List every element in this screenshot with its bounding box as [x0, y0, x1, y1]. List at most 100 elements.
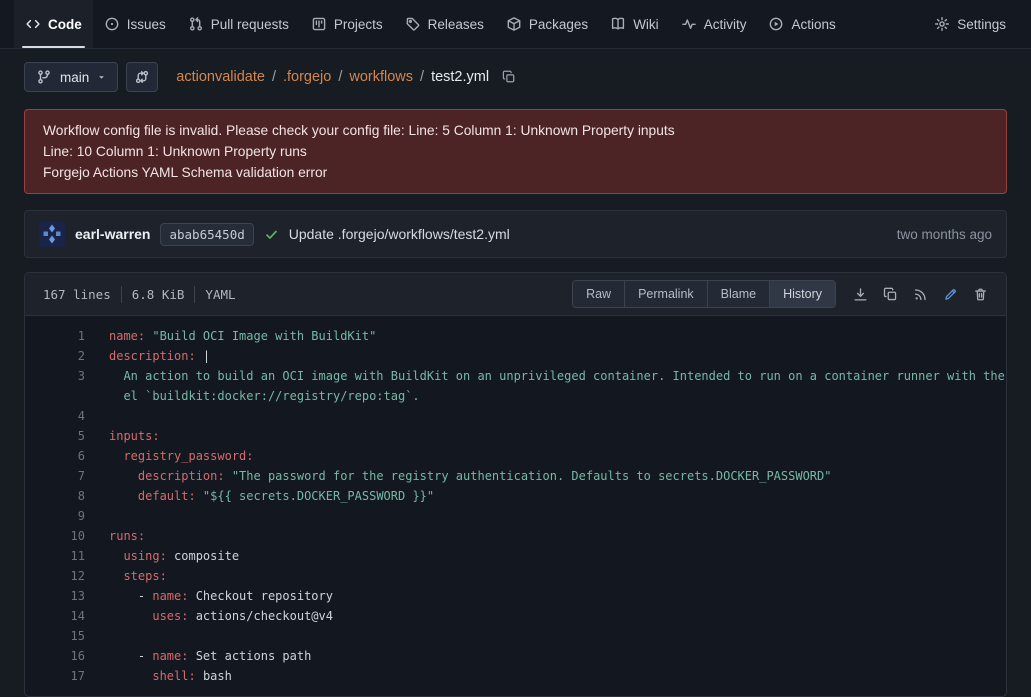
branch-selector[interactable]: main	[24, 62, 118, 92]
code-text: runs:	[85, 526, 145, 546]
file-meta-item: 167 lines	[43, 287, 111, 302]
rss-button[interactable]	[906, 280, 934, 308]
download-button[interactable]	[846, 280, 874, 308]
tag-icon	[405, 16, 421, 32]
file-header: 167 lines6.8 KiBYAML RawPermalinkBlameHi…	[25, 273, 1006, 316]
view-button-history[interactable]: History	[769, 281, 835, 307]
breadcrumb-separator: /	[338, 69, 342, 85]
code-line: 9	[25, 506, 1006, 526]
line-number[interactable]: 11	[25, 546, 85, 566]
line-number[interactable]: 13	[25, 586, 85, 606]
line-number[interactable]: 5	[25, 426, 85, 446]
commit-time: two months ago	[897, 227, 992, 242]
code-text: description: "The password for the regis…	[85, 466, 831, 486]
code-line: 4	[25, 406, 1006, 426]
avatar[interactable]	[39, 221, 65, 247]
line-number[interactable]: 8	[25, 486, 85, 506]
nav-tab-label: Releases	[428, 17, 484, 32]
error-line: Forgejo Actions YAML Schema validation e…	[43, 162, 988, 183]
line-number[interactable]: 1	[25, 326, 85, 346]
code-line: 7 description: "The password for the reg…	[25, 466, 1006, 486]
file-view: 167 lines6.8 KiBYAML RawPermalinkBlameHi…	[24, 272, 1007, 697]
divider	[121, 286, 122, 303]
code-text: el `buildkit:docker://registry/repo:tag`…	[85, 386, 420, 406]
code-text: An action to build an OCI image with Bui…	[85, 366, 1007, 386]
view-button-raw[interactable]: Raw	[573, 281, 624, 307]
nav-tab-label: Settings	[957, 17, 1006, 32]
line-number[interactable]: 10	[25, 526, 85, 546]
nav-tab-label: Wiki	[633, 17, 659, 32]
trash-button[interactable]	[966, 280, 994, 308]
nav-tab-projects[interactable]: Projects	[300, 0, 394, 48]
divider	[194, 286, 195, 303]
code-line: 12 steps:	[25, 566, 1006, 586]
pencil-button[interactable]	[936, 280, 964, 308]
file-meta: 167 lines6.8 KiBYAML	[35, 286, 236, 303]
nav-tab-actions[interactable]: Actions	[757, 0, 846, 48]
commit-hash[interactable]: abab65450d	[160, 223, 253, 246]
pull-request-icon	[188, 16, 204, 32]
line-number[interactable]: 3	[25, 366, 85, 386]
nav-tab-label: Projects	[334, 17, 383, 32]
package-icon	[506, 16, 522, 32]
line-number[interactable]: 9	[25, 506, 85, 526]
pulse-icon	[681, 16, 697, 32]
check-icon[interactable]	[264, 227, 279, 242]
nav-tab-activity[interactable]: Activity	[670, 0, 758, 48]
nav-tab-settings[interactable]: Settings	[923, 0, 1017, 48]
nav-tab-pull-requests[interactable]: Pull requests	[177, 0, 300, 48]
code-icon	[25, 16, 41, 32]
code-text: shell: bash	[85, 666, 232, 686]
code-text	[85, 406, 109, 426]
breadcrumb-segment[interactable]: workflows	[349, 69, 413, 85]
nav-tab-packages[interactable]: Packages	[495, 0, 599, 48]
breadcrumb-segment[interactable]: actionvalidate	[176, 69, 265, 85]
code-line: 16 - name: Set actions path	[25, 646, 1006, 666]
breadcrumb-segment[interactable]: .forgejo	[283, 69, 331, 85]
code-line: 14 uses: actions/checkout@v4	[25, 606, 1006, 626]
top-nav: Code Issues Pull requests Projects Releases P…	[0, 0, 1031, 49]
code-line: 1name: "Build OCI Image with BuildKit"	[25, 326, 1006, 346]
nav-tab-code[interactable]: Code	[14, 0, 93, 48]
line-number[interactable]	[25, 386, 85, 406]
error-line: Workflow config file is invalid. Please …	[43, 120, 988, 141]
code-text: registry_password:	[85, 446, 254, 466]
line-number[interactable]: 4	[25, 406, 85, 426]
code-text: using: composite	[85, 546, 239, 566]
line-number[interactable]: 16	[25, 646, 85, 666]
copy-button[interactable]	[876, 280, 904, 308]
code-line: 11 using: composite	[25, 546, 1006, 566]
nav-tab-wiki[interactable]: Wiki	[599, 0, 670, 48]
branch-name: main	[60, 70, 89, 85]
issue-icon	[104, 16, 120, 32]
line-number[interactable]: 17	[25, 666, 85, 686]
line-number[interactable]: 2	[25, 346, 85, 366]
code-text: default: "${{ secrets.DOCKER_PASSWORD }}…	[85, 486, 434, 506]
pencil-icon	[943, 287, 958, 302]
file-tools	[846, 280, 996, 308]
nav-tab-label: Code	[48, 17, 82, 32]
code-line: 2description: |	[25, 346, 1006, 366]
view-button-blame[interactable]: Blame	[707, 281, 769, 307]
commit-author[interactable]: earl-warren	[75, 226, 150, 242]
line-number[interactable]: 15	[25, 626, 85, 646]
compare-button[interactable]	[126, 62, 158, 92]
nav-tab-issues[interactable]: Issues	[93, 0, 177, 48]
chevron-down-icon	[97, 73, 106, 82]
nav-tab-label: Pull requests	[211, 17, 289, 32]
view-button-permalink[interactable]: Permalink	[624, 281, 707, 307]
nav-tab-releases[interactable]: Releases	[394, 0, 495, 48]
code-line: 3 An action to build an OCI image with B…	[25, 366, 1006, 386]
latest-commit-bar: earl-warren abab65450d Update .forgejo/w…	[24, 210, 1007, 258]
line-number[interactable]: 12	[25, 566, 85, 586]
line-number[interactable]: 6	[25, 446, 85, 466]
line-number[interactable]: 14	[25, 606, 85, 626]
code-line: el `buildkit:docker://registry/repo:tag`…	[25, 386, 1006, 406]
line-number[interactable]: 7	[25, 466, 85, 486]
code-text: - name: Set actions path	[85, 646, 311, 666]
code-line: 15	[25, 626, 1006, 646]
commit-message[interactable]: Update .forgejo/workflows/test2.yml	[289, 226, 510, 242]
copy-path-button[interactable]	[502, 70, 516, 84]
rss-icon	[913, 287, 928, 302]
breadcrumb-separator: /	[272, 69, 276, 85]
